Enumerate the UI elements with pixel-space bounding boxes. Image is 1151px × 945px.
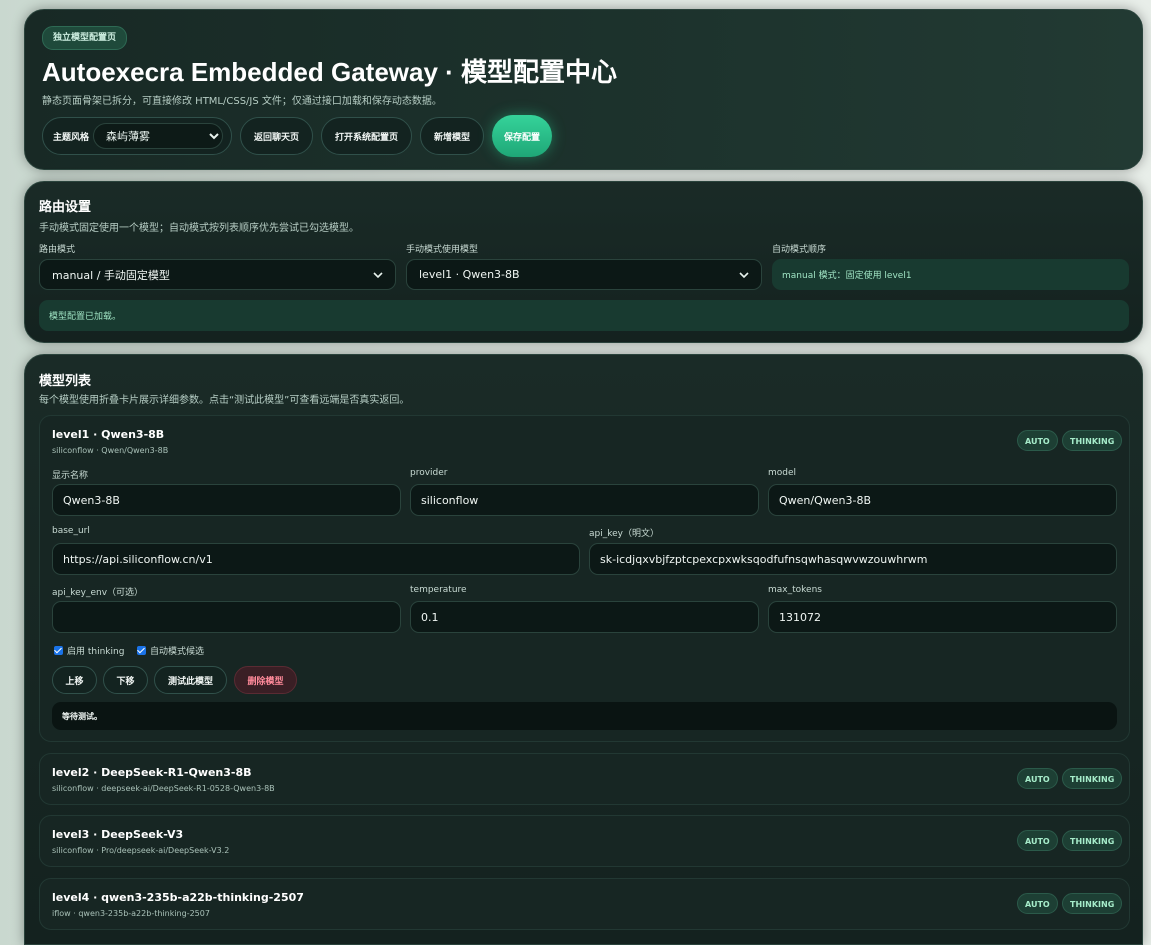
thinking-tag: THINKING xyxy=(1062,430,1123,451)
page-subtitle: 静态页面骨架已拆分，可直接修改 HTML/CSS/JS 文件；仅通过接口加载和保… xyxy=(42,96,442,107)
open-system-config-button[interactable]: 打开系统配置页 xyxy=(321,117,413,155)
display-name-input[interactable]: Qwen3-8B xyxy=(52,484,401,516)
move-up-button[interactable]: 上移 xyxy=(52,666,97,694)
routing-mode-label: 路由模式 xyxy=(39,245,76,255)
routing-desc: 手动模式固定使用一个模型；自动模式按列表顺序优先尝试已勾选模型。 xyxy=(39,223,359,234)
add-model-button[interactable]: 新增模型 xyxy=(420,117,485,155)
model-card-subtitle: iflow · qwen3-235b-a22b-thinking-2507 xyxy=(52,909,210,918)
api-key-env-input[interactable] xyxy=(52,601,401,633)
page-title: Autoexecra Embedded Gateway · 模型配置中心 xyxy=(42,57,618,87)
temperature-label: temperature xyxy=(410,585,467,595)
model-card-title[interactable]: level3 · DeepSeek-V3 xyxy=(52,828,183,841)
thinking-tag: THINKING xyxy=(1062,893,1123,914)
model-input[interactable]: Qwen/Qwen3-8B xyxy=(768,484,1117,516)
back-chat-button[interactable]: 返回聊天页 xyxy=(240,117,314,155)
thinking-tag: THINKING xyxy=(1062,768,1123,789)
auto-candidate-checkbox-label: 自动模式候选 xyxy=(150,647,205,657)
base-url-label: base_url xyxy=(52,526,90,536)
thinking-checkbox-label: 启用 thinking xyxy=(67,647,125,657)
api-key-label: api_key（明文） xyxy=(589,529,659,539)
auto-candidate-checkbox[interactable]: 自动模式候选 xyxy=(137,644,204,657)
status-message: 模型配置已加载。 xyxy=(39,300,1129,331)
auto-tag: AUTO xyxy=(1017,768,1058,789)
max-tokens-label: max_tokens xyxy=(768,585,822,595)
display-name-label: 显示名称 xyxy=(52,471,89,481)
temperature-input[interactable]: 0.1 xyxy=(410,601,759,633)
routing-mode-select[interactable]: manual / 手动固定模型 xyxy=(39,259,396,290)
auto-order-display: manual 模式：固定使用 level1 xyxy=(772,259,1129,290)
max-tokens-input[interactable]: 131072 xyxy=(768,601,1117,633)
header-panel: 独立模型配置页 Autoexecra Embedded Gateway · 模型… xyxy=(24,9,1143,170)
theme-select[interactable]: 森屿薄雾 xyxy=(93,123,223,149)
manual-model-value: level1 · Qwen3-8B xyxy=(419,268,520,281)
model-card-title[interactable]: level4 · qwen3-235b-a22b-thinking-2507 xyxy=(52,891,304,904)
models-title: 模型列表 xyxy=(39,374,92,389)
routing-panel: 路由设置 手动模式固定使用一个模型；自动模式按列表顺序优先尝试已勾选模型。 路由… xyxy=(24,181,1143,343)
checkbox-checked-icon[interactable] xyxy=(137,646,146,655)
save-config-button[interactable]: 保存配置 xyxy=(492,115,553,157)
model-card-subtitle: siliconflow · deepseek-ai/DeepSeek-R1-05… xyxy=(52,784,275,793)
model-card-level4[interactable]: level4 · qwen3-235b-a22b-thinking-2507 i… xyxy=(39,878,1130,930)
base-url-input[interactable]: https://api.siliconflow.cn/v1 xyxy=(52,543,580,575)
chevron-down-icon xyxy=(373,271,383,278)
provider-label: provider xyxy=(410,468,448,478)
api-key-env-label: api_key_env（可选） xyxy=(52,588,144,598)
model-card-level1: level1 · Qwen3-8B siliconflow · Qwen/Qwe… xyxy=(39,415,1130,742)
page: 独立模型配置页 Autoexecra Embedded Gateway · 模型… xyxy=(0,0,1151,945)
routing-mode-value: manual / 手动固定模型 xyxy=(52,268,170,282)
theme-picker: 主题风格 森屿薄雾 xyxy=(42,117,232,155)
models-panel: 模型列表 每个模型使用折叠卡片展示详细参数。点击“测试此模型”可查看远端是否真实… xyxy=(24,354,1143,945)
model-card-level3[interactable]: level3 · DeepSeek-V3 siliconflow · Pro/d… xyxy=(39,815,1130,867)
manual-model-label: 手动模式使用模型 xyxy=(406,245,479,255)
auto-tag: AUTO xyxy=(1017,830,1058,851)
test-result: 等待测试。 xyxy=(52,702,1117,730)
thinking-checkbox[interactable]: 启用 thinking xyxy=(54,644,124,657)
model-card-subtitle: siliconflow · Qwen/Qwen3-8B xyxy=(52,446,169,455)
test-model-button[interactable]: 测试此模型 xyxy=(154,666,227,694)
models-desc: 每个模型使用折叠卡片展示详细参数。点击“测试此模型”可查看远端是否真实返回。 xyxy=(39,395,410,406)
auto-order-label: 自动模式顺序 xyxy=(772,245,827,255)
provider-input[interactable]: siliconflow xyxy=(410,484,759,516)
model-card-subtitle: siliconflow · Pro/deepseek-ai/DeepSeek-V… xyxy=(52,846,230,855)
model-card-title[interactable]: level2 · DeepSeek-R1-Qwen3-8B xyxy=(52,766,252,779)
theme-label: 主题风格 xyxy=(53,132,90,143)
auto-tag: AUTO xyxy=(1017,430,1058,451)
routing-title: 路由设置 xyxy=(39,200,92,215)
toolbar: 主题风格 森屿薄雾 返回聊天页 打开系统配置页 新增模型 保存配置 xyxy=(42,115,553,157)
chevron-down-icon xyxy=(739,271,749,278)
api-key-input[interactable]: sk-icdjqxvbjfzptcpexcpxwksqodfufnsqwhasq… xyxy=(589,543,1117,575)
move-down-button[interactable]: 下移 xyxy=(103,666,148,694)
model-card-level2[interactable]: level2 · DeepSeek-R1-Qwen3-8B siliconflo… xyxy=(39,753,1130,805)
delete-model-button[interactable]: 删除模型 xyxy=(234,666,297,694)
model-label: model xyxy=(768,468,797,478)
checkbox-checked-icon[interactable] xyxy=(54,646,63,655)
thinking-tag: THINKING xyxy=(1062,830,1123,851)
manual-model-select[interactable]: level1 · Qwen3-8B xyxy=(406,259,762,290)
model-card-title[interactable]: level1 · Qwen3-8B xyxy=(52,428,164,441)
auto-tag: AUTO xyxy=(1017,893,1058,914)
page-badge: 独立模型配置页 xyxy=(42,26,128,50)
